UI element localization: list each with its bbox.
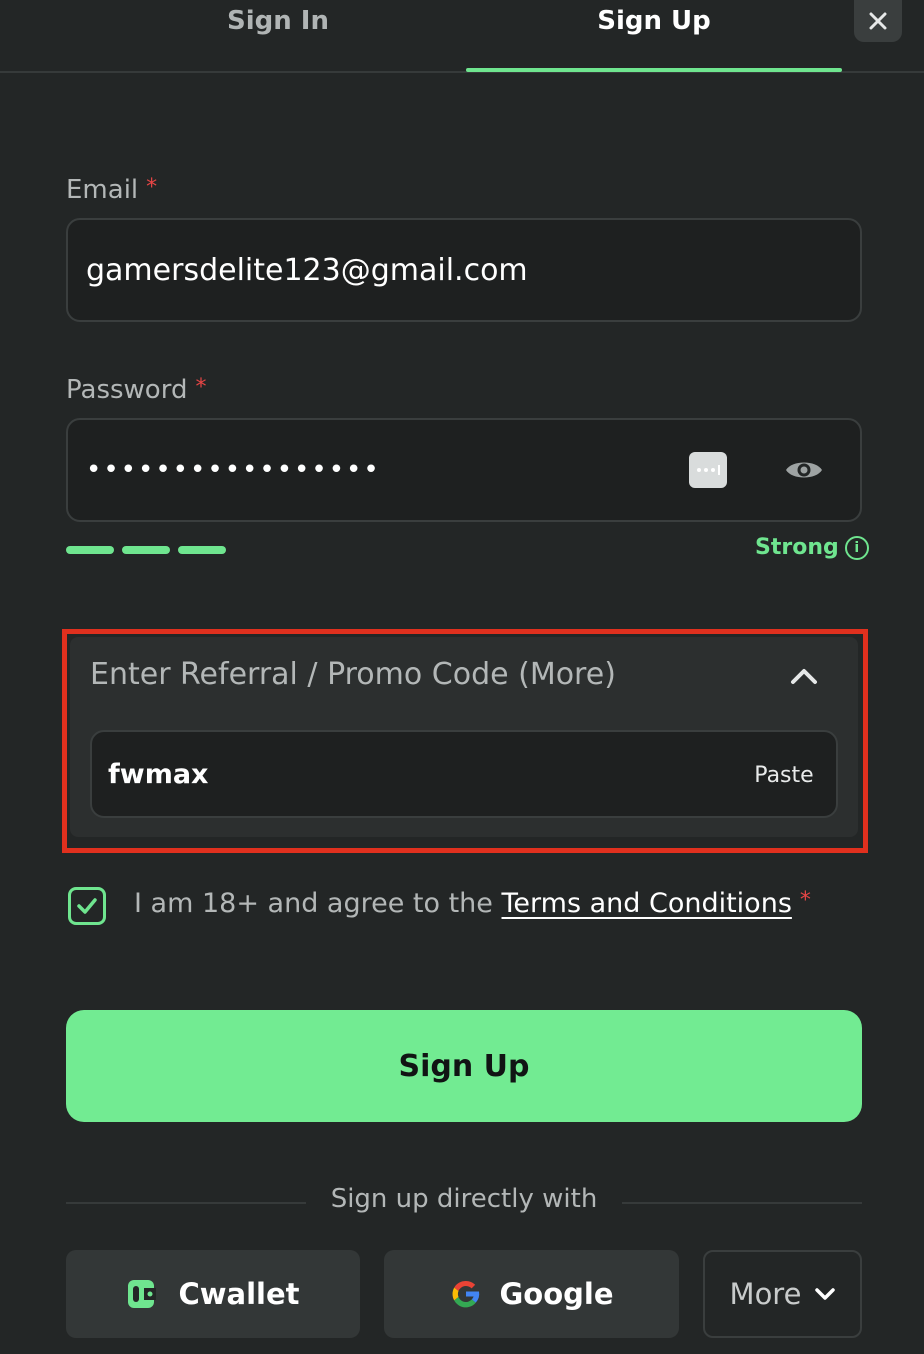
required-mark: * <box>799 888 811 913</box>
terms-text: I am 18+ and agree to the <box>134 888 502 919</box>
password-label: Password * <box>66 375 206 405</box>
sign-up-button[interactable]: Sign Up <box>66 1010 862 1122</box>
password-manager-button[interactable] <box>689 452 727 488</box>
more-label: More <box>729 1277 802 1311</box>
terms-link[interactable]: Terms and Conditions <box>502 888 792 919</box>
chevron-down-icon <box>815 1288 836 1300</box>
cwallet-button[interactable]: Cwallet <box>66 1250 360 1338</box>
terms-checkbox[interactable] <box>68 887 106 925</box>
chevron-up-icon[interactable] <box>788 660 820 692</box>
divider-text: Sign up directly with <box>330 1184 598 1214</box>
email-value: gamersdelite123@gmail.com <box>86 252 528 288</box>
email-field[interactable]: gamersdelite123@gmail.com <box>66 218 862 322</box>
tab-sign-up-label: Sign Up <box>597 6 711 36</box>
tab-sign-in[interactable]: Sign In <box>90 0 466 72</box>
paste-button[interactable]: Paste <box>744 758 824 792</box>
sign-up-button-label: Sign Up <box>398 1048 530 1084</box>
password-strength-indicator: Strong i <box>755 535 869 560</box>
referral-code-value: fwmax <box>108 758 209 790</box>
strength-segment-3 <box>178 546 226 554</box>
checkmark-icon <box>77 898 97 914</box>
password-manager-icon <box>697 465 720 475</box>
cwallet-icon <box>128 1280 157 1308</box>
divider-left <box>66 1202 306 1204</box>
google-label: Google <box>499 1277 614 1311</box>
more-sign-up-options-button[interactable]: More <box>703 1250 862 1338</box>
password-label-text: Password <box>66 375 188 405</box>
referral-title: Enter Referral / Promo Code (More) <box>90 657 616 692</box>
close-button[interactable] <box>854 0 902 42</box>
info-icon[interactable]: i <box>844 535 869 560</box>
terms-agreement: I am 18+ and agree to the Terms and Cond… <box>134 888 811 919</box>
cwallet-label: Cwallet <box>178 1277 300 1311</box>
strength-label: Strong <box>755 535 839 560</box>
required-mark: * <box>195 375 207 400</box>
password-field[interactable]: ••••••••••••••••• <box>66 418 862 522</box>
referral-code-input[interactable]: fwmax <box>90 730 838 818</box>
google-button[interactable]: Google <box>384 1250 679 1338</box>
google-icon <box>452 1280 480 1308</box>
close-icon <box>869 12 887 30</box>
tab-sign-up[interactable]: Sign Up <box>466 0 842 72</box>
referral-toggle[interactable]: Enter Referral / Promo Code (More) <box>90 657 616 692</box>
required-mark: * <box>146 175 158 200</box>
active-tab-indicator <box>466 68 842 72</box>
email-label-text: Email <box>66 175 139 205</box>
divider-right <box>622 1202 862 1204</box>
show-password-button[interactable] <box>780 450 828 490</box>
strength-segment-1 <box>66 546 114 554</box>
paste-label: Paste <box>754 762 814 788</box>
email-label: Email * <box>66 175 157 205</box>
tab-sign-in-label: Sign In <box>227 6 329 36</box>
strength-segment-2 <box>122 546 170 554</box>
eye-icon <box>786 462 822 478</box>
password-masked-value: ••••••••••••••••• <box>86 455 381 485</box>
